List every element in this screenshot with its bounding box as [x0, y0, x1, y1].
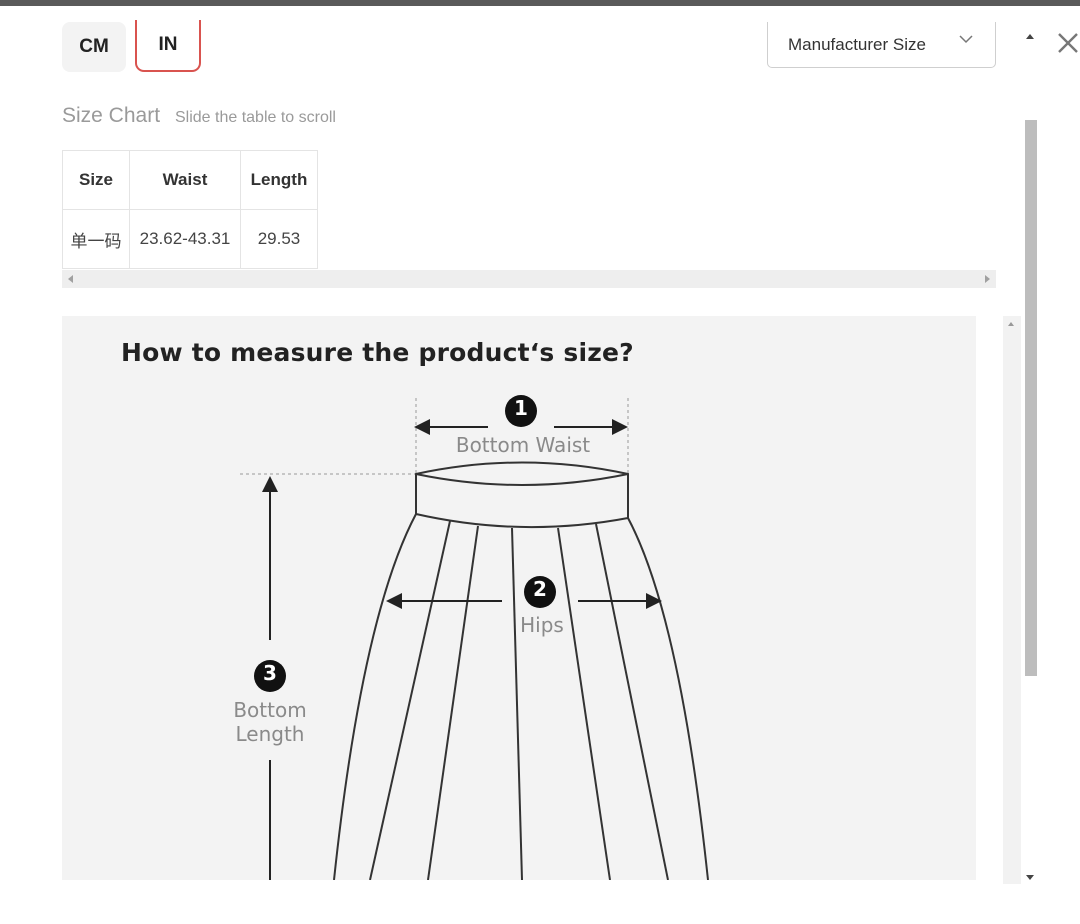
window-top-border	[0, 0, 1080, 6]
label-bottom-length-1: Bottom	[233, 698, 307, 722]
scroll-down-arrow-icon[interactable]	[1026, 875, 1034, 880]
scrollbar-thumb[interactable]	[1025, 120, 1037, 676]
size-system-selected: Manufacturer Size	[788, 34, 926, 54]
table-header-row: Size Waist Length	[62, 150, 318, 210]
scroll-left-arrow-icon[interactable]	[68, 275, 73, 283]
label-bottom-length-2: Length	[235, 722, 305, 746]
unit-cm-button[interactable]: CM	[62, 22, 126, 72]
size-chart-table: Size Waist Length 单一码 23.62-43.31 29.53	[62, 150, 318, 269]
scroll-up-arrow-icon[interactable]	[1008, 322, 1014, 326]
column-header-waist: Waist	[129, 150, 241, 210]
cell-length: 29.53	[240, 209, 318, 269]
label-hips: Hips	[520, 613, 564, 637]
unit-in-button[interactable]: IN	[135, 20, 201, 72]
close-icon[interactable]	[1056, 30, 1080, 56]
scroll-up-arrow-icon[interactable]	[1026, 34, 1034, 39]
scroll-right-arrow-icon[interactable]	[985, 275, 990, 283]
badge-number-3: 3	[263, 661, 277, 685]
table-horizontal-scrollbar[interactable]	[62, 270, 996, 288]
table-row: 单一码 23.62-43.31 29.53	[62, 209, 318, 269]
chevron-down-icon	[959, 35, 973, 44]
image-vertical-scrollbar[interactable]	[1003, 316, 1021, 884]
badge-number-2: 2	[533, 577, 547, 601]
cell-size: 单一码	[62, 209, 130, 269]
size-chart-title: Size Chart	[62, 104, 161, 127]
size-system-dropdown[interactable]: Manufacturer Size	[767, 22, 996, 68]
measure-guide-image: How to measure the product‘s size? 1 2 3…	[62, 316, 976, 880]
cell-waist: 23.62-43.31	[129, 209, 241, 269]
column-header-size: Size	[62, 150, 130, 210]
page-vertical-scrollbar[interactable]	[1022, 30, 1040, 884]
column-header-length: Length	[240, 150, 318, 210]
size-chart-hint: Slide the table to scroll	[175, 109, 336, 126]
badge-number-1: 1	[514, 396, 528, 420]
label-bottom-waist: Bottom Waist	[455, 433, 591, 457]
